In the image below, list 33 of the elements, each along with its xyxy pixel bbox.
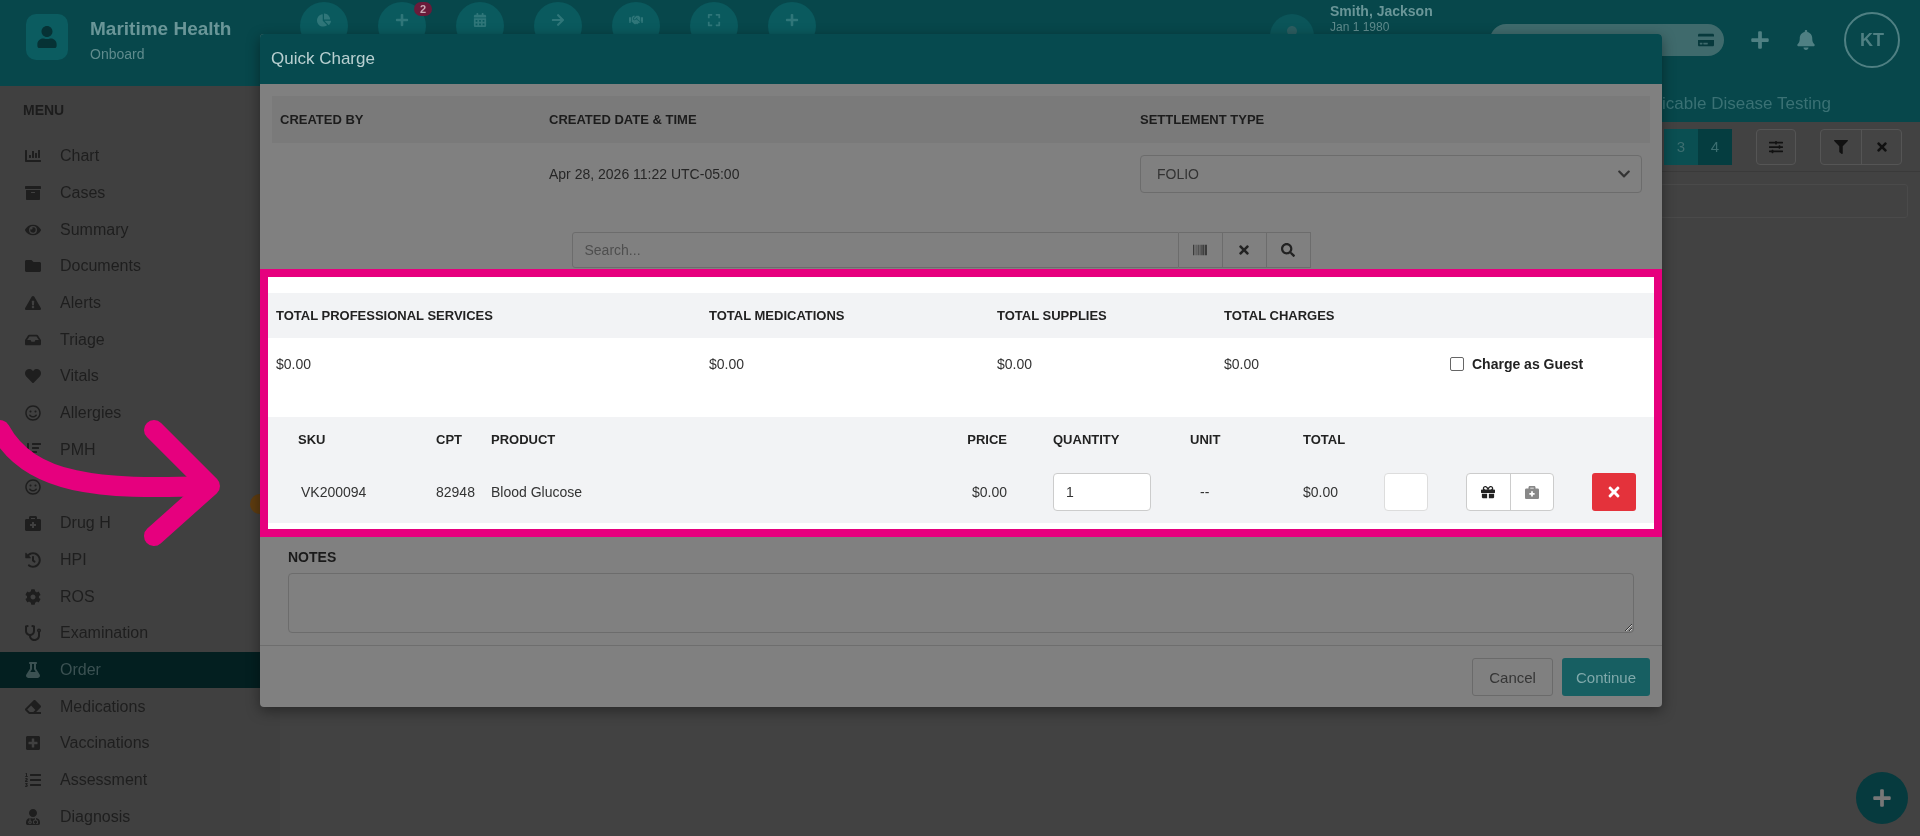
- column-header: CPT: [436, 431, 463, 447]
- column-header: UNIT: [1190, 431, 1222, 447]
- column-header: TOTAL PROFESSIONAL SERVICES: [276, 308, 494, 323]
- created-date: Apr 28, 2026 11:22 UTC-05:00: [549, 166, 741, 182]
- total-cell-text: $0.00: [1303, 484, 1340, 500]
- column-header: PRODUCT: [491, 431, 557, 447]
- sku-cell-text: VK200094: [300, 484, 368, 500]
- column-header: CREATED BY: [280, 112, 365, 127]
- column-header: TOTAL SUPPLIES: [997, 308, 1108, 323]
- notes-label: NOTES: [288, 549, 338, 565]
- patient-name: Smith, Jackson: [1330, 3, 1434, 19]
- total-value: $0.00: [276, 356, 313, 372]
- unit-cell-text: --: [1199, 484, 1211, 500]
- column-header: TOTAL MEDICATIONS: [709, 308, 846, 323]
- count-badge: 2: [413, 2, 432, 16]
- patient-dob: Jan 1 1980: [1330, 20, 1391, 34]
- total-value: $0.00: [1224, 356, 1261, 372]
- price-cell: $0.00: [971, 484, 1007, 500]
- dialog-title: Quick Charge: [271, 49, 375, 69]
- checkbox-label: Charge as Guest: [1472, 356, 1584, 372]
- column-header: PRICE: [967, 431, 1007, 447]
- app-name: Maritime Health: [90, 18, 233, 40]
- total-value: $0.00: [997, 356, 1034, 372]
- column-header: TOTAL: [1303, 431, 1347, 447]
- total-value: $0.00: [709, 356, 746, 372]
- column-header: SKU: [298, 431, 327, 447]
- column-header: SETTLEMENT TYPE: [1140, 112, 1266, 127]
- cpt-cell-text: 82948: [436, 484, 476, 500]
- column-header: CREATED DATE & TIME: [549, 112, 698, 127]
- product-cell-text: Blood Glucose: [491, 484, 584, 500]
- app-subtitle: Onboard: [90, 46, 146, 62]
- column-header: QUANTITY: [1053, 431, 1121, 447]
- column-header: TOTAL CHARGES: [1224, 308, 1336, 323]
